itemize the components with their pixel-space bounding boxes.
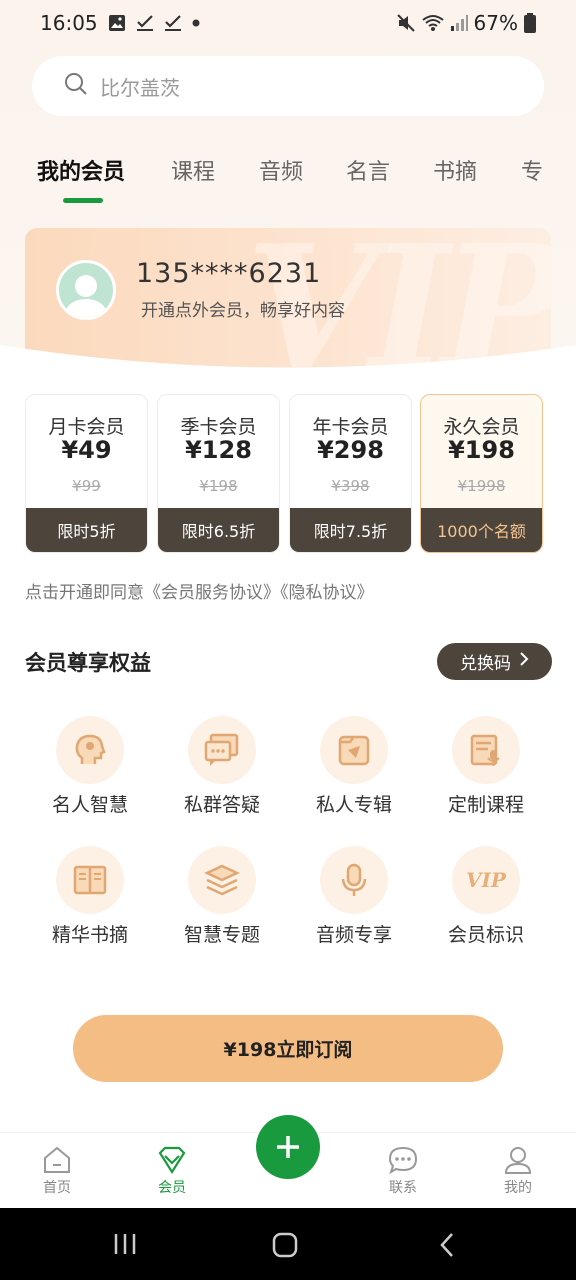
recents-icon[interactable] xyxy=(112,1232,138,1256)
plan-name: 月卡会员 xyxy=(48,416,125,438)
check-icon xyxy=(164,14,182,32)
benefit-label: 定制课程 xyxy=(447,794,524,816)
plan-name: 季卡会员 xyxy=(180,416,257,438)
wifi-icon xyxy=(421,14,444,32)
plan-original-price: ¥398 xyxy=(331,477,370,495)
benefit-book-excerpts[interactable]: 精华书摘 xyxy=(25,846,155,956)
benefit-private-album[interactable]: 私人专辑 xyxy=(289,716,419,826)
plan-discount-tag: 限时5折 xyxy=(26,508,147,552)
nav-profile-label: 我的 xyxy=(504,1180,532,1196)
battery-icon xyxy=(524,13,536,33)
plan-discount-tag: 限时6.5折 xyxy=(158,508,279,552)
tab-quotes[interactable]: 名言 xyxy=(346,154,390,186)
mute-icon xyxy=(396,13,416,33)
plus-icon xyxy=(277,1136,299,1158)
open-book-icon xyxy=(56,846,124,914)
plan-price: ¥128 xyxy=(185,436,252,464)
gallery-icon xyxy=(108,14,126,32)
user-phone: 135****6231 xyxy=(136,258,322,289)
signal-icon xyxy=(450,14,468,32)
layers-icon xyxy=(188,846,256,914)
svg-text:VIP: VIP xyxy=(466,868,507,892)
benefit-label: 会员标识 xyxy=(447,924,524,946)
back-icon[interactable] xyxy=(438,1232,456,1258)
nav-contact[interactable]: 联系 xyxy=(363,1145,443,1197)
chevron-right-icon xyxy=(519,651,529,672)
vip-subtitle: 开通点外会员，畅享好内容 xyxy=(141,301,345,321)
tab-excerpts[interactable]: 书摘 xyxy=(433,154,477,186)
nav-membership-label: 会员 xyxy=(158,1180,186,1196)
benefit-member-badge[interactable]: VIP 会员标识 xyxy=(421,846,551,956)
status-bar: 16:05 67% xyxy=(0,0,576,46)
plan-monthly[interactable]: 月卡会员 ¥49 ¥99 限时5折 xyxy=(25,394,148,553)
benefit-label: 名人智慧 xyxy=(51,794,128,816)
search-bar[interactable]: 比尔盖茨 xyxy=(32,56,544,116)
subscribe-button[interactable]: ¥198立即订阅 xyxy=(73,1015,503,1082)
nav-contact-label: 联系 xyxy=(389,1180,417,1196)
agreement-text[interactable]: 点击开通即同意《会员服务协议》《隐私协议》 xyxy=(25,578,374,603)
nav-home[interactable]: 首页 xyxy=(17,1145,97,1197)
plan-discount-tag: 限时7.5折 xyxy=(290,508,411,552)
benefits-title: 会员尊享权益 xyxy=(25,651,151,675)
benefit-label: 私群答疑 xyxy=(183,794,260,816)
benefit-label: 智慧专题 xyxy=(183,924,260,946)
plan-original-price: ¥1998 xyxy=(457,477,506,495)
vip-badge-icon: VIP xyxy=(452,846,520,914)
plan-discount-tag: 1000个名额 xyxy=(421,508,542,552)
active-tab-indicator xyxy=(63,198,103,203)
plan-original-price: ¥99 xyxy=(72,477,101,495)
plan-lifetime[interactable]: 永久会员 ¥198 ¥1998 1000个名额 xyxy=(420,394,543,553)
benefit-custom-course[interactable]: 定制课程 xyxy=(421,716,551,826)
tab-my-membership[interactable]: 我的会员 xyxy=(37,154,125,186)
search-icon xyxy=(64,72,88,101)
battery-percent: 67% xyxy=(473,11,518,35)
search-placeholder: 比尔盖茨 xyxy=(100,75,180,100)
plan-quarterly[interactable]: 季卡会员 ¥128 ¥198 限时6.5折 xyxy=(157,394,280,553)
redeem-code-button[interactable]: 兑换码 xyxy=(437,643,552,680)
tab-topics[interactable]: 专 xyxy=(521,154,543,186)
system-navigation-bar xyxy=(0,1208,576,1280)
user-icon xyxy=(504,1147,532,1174)
nav-membership[interactable]: 会员 xyxy=(132,1145,212,1197)
status-time: 16:05 xyxy=(40,11,98,35)
nav-profile[interactable]: 我的 xyxy=(478,1145,558,1197)
plan-name: 年卡会员 xyxy=(312,416,389,438)
plan-yearly[interactable]: 年卡会员 ¥298 ¥398 限时7.5折 xyxy=(289,394,412,553)
benefit-label: 私人专辑 xyxy=(315,794,392,816)
avatar[interactable] xyxy=(56,260,116,320)
home-button-icon[interactable] xyxy=(272,1232,298,1258)
album-icon xyxy=(320,716,388,784)
benefit-exclusive-audio[interactable]: 音频专享 xyxy=(289,846,419,956)
vip-heart-icon xyxy=(158,1146,186,1175)
plan-price: ¥198 xyxy=(448,436,515,464)
benefit-wisdom-topics[interactable]: 智慧专题 xyxy=(157,846,287,956)
add-button[interactable] xyxy=(256,1115,320,1179)
dot-icon xyxy=(192,19,200,27)
nav-home-label: 首页 xyxy=(43,1180,71,1196)
check-icon xyxy=(136,14,154,32)
head-brain-icon xyxy=(56,716,124,784)
redeem-label: 兑换码 xyxy=(460,654,511,674)
plan-original-price: ¥198 xyxy=(199,477,238,495)
microphone-icon xyxy=(320,846,388,914)
benefit-label: 精华书摘 xyxy=(51,924,128,946)
benefit-label: 音频专享 xyxy=(315,924,392,946)
card-curve xyxy=(0,345,576,390)
benefit-celebrity-wisdom[interactable]: 名人智慧 xyxy=(25,716,155,826)
home-icon xyxy=(44,1146,70,1173)
benefit-private-qa[interactable]: 私群答疑 xyxy=(157,716,287,826)
tab-audio[interactable]: 音频 xyxy=(259,154,303,186)
plan-name: 永久会员 xyxy=(443,416,520,438)
course-document-icon xyxy=(452,716,520,784)
chat-icon xyxy=(388,1146,418,1175)
chat-bubble-icon xyxy=(188,716,256,784)
plan-price: ¥298 xyxy=(317,436,384,464)
tab-courses[interactable]: 课程 xyxy=(171,154,215,186)
plan-price: ¥49 xyxy=(61,436,112,464)
